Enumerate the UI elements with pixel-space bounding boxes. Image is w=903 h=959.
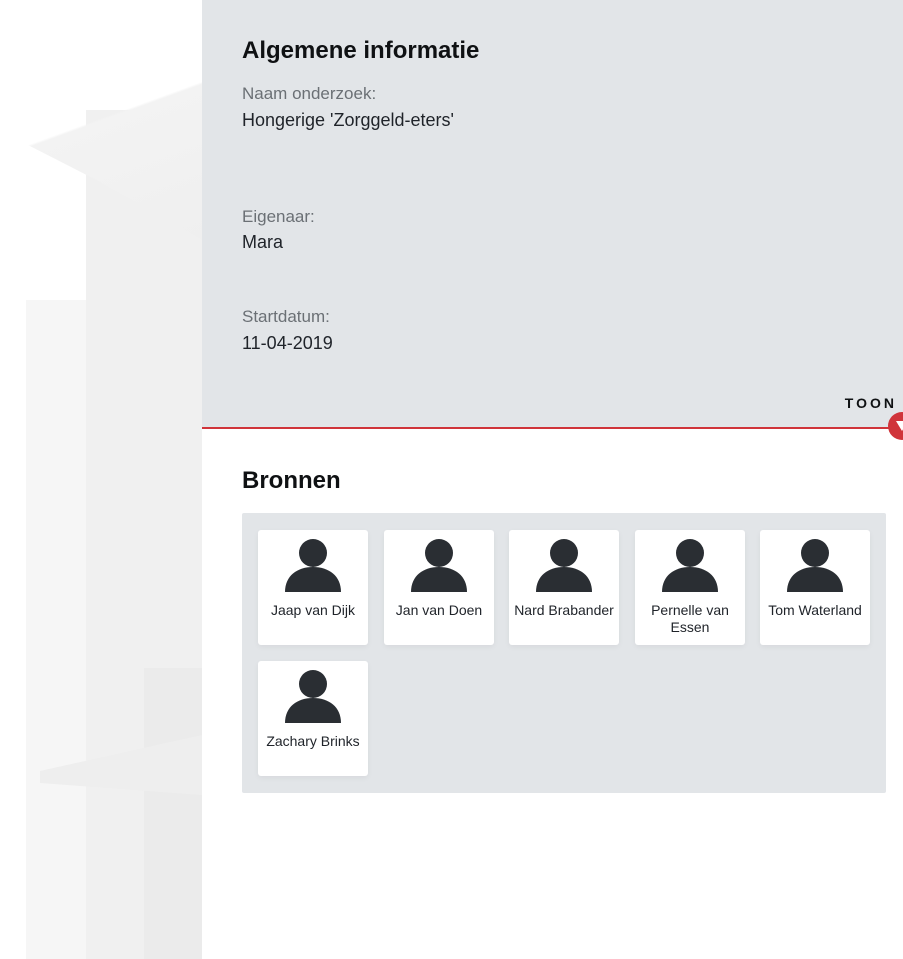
sources-grid: Jaap van Dijk Jan van Doen Nard Brabande… (242, 513, 886, 793)
source-name: Jan van Doen (395, 602, 483, 618)
field-label-startdate: Startdatum: (242, 307, 330, 326)
person-icon (536, 539, 592, 597)
person-icon (285, 670, 341, 728)
field-value-name: Hongerige 'Zorggeld-eters' (242, 110, 454, 130)
source-name: Tom Waterland (768, 602, 862, 618)
background-decoration (0, 0, 202, 959)
source-name: Nard Brabander (514, 602, 614, 618)
person-icon (285, 539, 341, 597)
expand-toggle-button[interactable] (888, 412, 903, 440)
source-card[interactable]: Zachary Brinks (258, 661, 368, 776)
source-card[interactable]: Tom Waterland (760, 530, 870, 645)
source-card[interactable]: Nard Brabander (509, 530, 619, 645)
field-value-owner: Mara (242, 232, 284, 252)
sources-title: Bronnen (242, 467, 341, 494)
source-card[interactable]: Jan van Doen (384, 530, 494, 645)
source-name: Jaap van Dijk (270, 602, 356, 618)
toggle-label[interactable]: TOON (845, 395, 897, 411)
source-name: Zachary Brinks (266, 733, 360, 749)
source-name: Pernelle van Essen (651, 602, 729, 635)
general-info-panel: Algemene informatie Naam onderzoek: Hong… (202, 0, 903, 429)
person-icon (662, 539, 718, 597)
source-card[interactable]: Jaap van Dijk (258, 530, 368, 645)
person-icon (787, 539, 843, 597)
person-icon (411, 539, 467, 597)
source-card[interactable]: Pernelle van Essen (635, 530, 745, 645)
background-shape (144, 668, 202, 959)
field-label-name: Naam onderzoek: (242, 84, 377, 103)
chevron-down-icon (895, 420, 903, 432)
field-label-owner: Eigenaar: (242, 207, 315, 226)
field-value-startdate: 11-04-2019 (242, 333, 333, 353)
section-title: Algemene informatie (242, 37, 480, 64)
